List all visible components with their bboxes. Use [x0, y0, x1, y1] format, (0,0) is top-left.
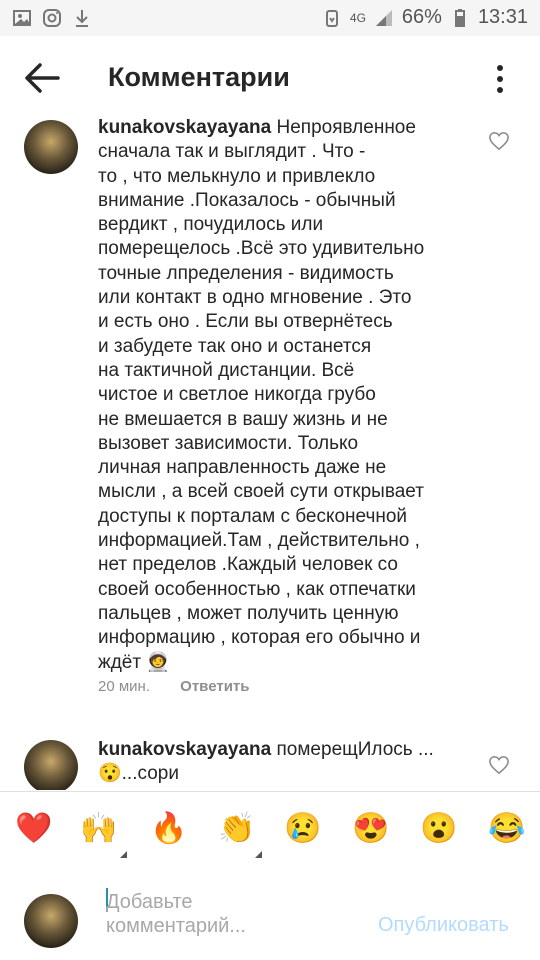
comment-item: kunakovskayayana померещИлось ... 😯...со…: [0, 0, 540, 790]
comment-line: померещИлось ...: [276, 739, 434, 760]
comment-input-placeholder: Добавьте: [106, 891, 193, 913]
comment-input[interactable]: Добавьте комментарий...: [106, 890, 366, 938]
emoji-surprised-face[interactable]: 😮: [420, 812, 457, 846]
avatar: [24, 894, 78, 948]
publish-button[interactable]: Опубликовать: [378, 914, 509, 937]
emoji-heart[interactable]: ❤️: [15, 812, 52, 846]
comment-text: kunakovskayayana померещИлось ... 😯...со…: [98, 738, 470, 787]
comment-line: 😯...сори: [98, 763, 179, 785]
variant-indicator: [120, 851, 127, 858]
avatar[interactable]: [24, 740, 78, 790]
emoji-tears-of-joy[interactable]: 😂: [488, 812, 525, 846]
emoji-fire[interactable]: 🔥: [150, 812, 187, 846]
comment-username[interactable]: kunakovskayayana: [98, 739, 271, 760]
variant-indicator: [255, 851, 262, 858]
comment-composer: Добавьте комментарий... Опубликовать: [0, 868, 540, 960]
comment-input-placeholder: комментарий...: [106, 915, 246, 937]
emoji-crying-face[interactable]: 😢: [284, 812, 321, 846]
heart-icon[interactable]: [488, 755, 510, 775]
emoji-raised-hands[interactable]: 🙌: [80, 812, 117, 846]
emoji-heart-eyes[interactable]: 😍: [352, 812, 389, 846]
emoji-clap[interactable]: 👏: [218, 812, 255, 846]
emoji-quick-bar: ❤️ 🙌 🔥 👏 😢 😍 😮 😂: [0, 791, 540, 869]
